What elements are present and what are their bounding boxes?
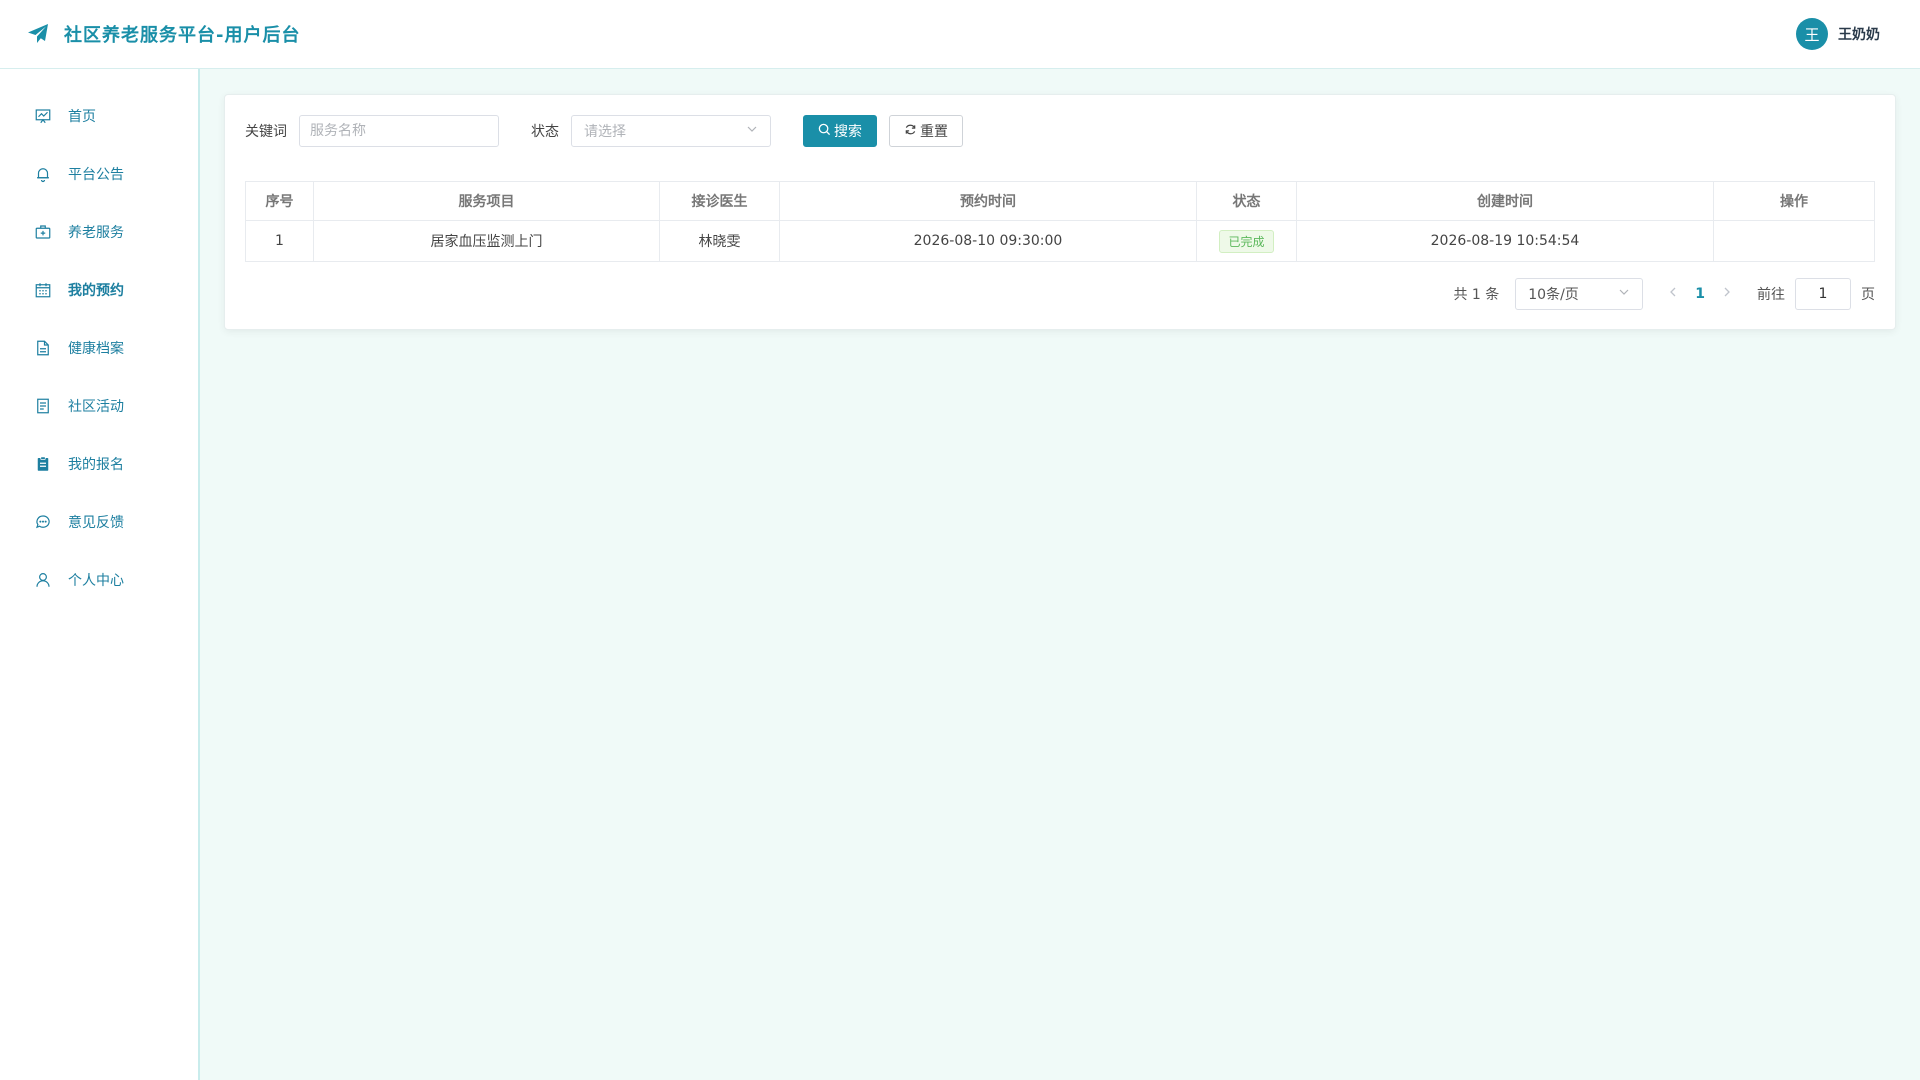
refresh-icon [904, 123, 917, 140]
clipboard-icon [34, 455, 52, 473]
search-icon [818, 123, 831, 140]
sidebar-item-announcements[interactable]: 平台公告 [0, 145, 198, 203]
cell-doctor: 林晓雯 [659, 220, 780, 262]
search-button[interactable]: 搜索 [803, 115, 877, 147]
column-header-index: 序号 [245, 181, 314, 221]
page-size-select[interactable]: 10条/页 [1515, 278, 1644, 310]
pagination-total: 共 1 条 [1453, 287, 1500, 303]
sidebar: 首页 平台公告 养老服务 我的预约 健康档案 社区活动 我的报名 意见反馈 个人… [0, 69, 200, 1080]
dashboard-icon [34, 107, 52, 125]
user-menu[interactable]: 王 王奶奶 [1796, 18, 1880, 50]
chevron-right-icon [1724, 287, 1730, 297]
calendar-icon [34, 281, 52, 299]
bell-icon [34, 165, 52, 183]
cell-status: 已完成 [1196, 220, 1297, 262]
pagination: 共 1 条 10条/页 1 前往 页 [245, 278, 1875, 310]
cell-created-time: 2026-08-19 10:54:54 [1296, 220, 1714, 262]
sidebar-item-label: 社区活动 [68, 399, 124, 415]
chevron-down-icon [746, 123, 758, 139]
document-icon [34, 339, 52, 357]
goto-page-input[interactable] [1795, 278, 1851, 310]
avatar[interactable]: 王 [1796, 18, 1828, 50]
sidebar-item-feedback[interactable]: 意见反馈 [0, 493, 198, 551]
cell-actions [1713, 220, 1875, 262]
reset-button-label: 重置 [920, 124, 948, 140]
chevron-left-icon [1670, 287, 1676, 297]
search-button-label: 搜索 [834, 124, 862, 140]
user-icon [34, 571, 52, 589]
sidebar-item-community-activities[interactable]: 社区活动 [0, 377, 198, 435]
sidebar-item-label: 养老服务 [68, 225, 124, 241]
cell-appointment-time: 2026-08-10 09:30:00 [779, 220, 1197, 262]
goto-suffix: 页 [1861, 287, 1875, 303]
sidebar-item-label: 平台公告 [68, 167, 124, 183]
sidebar-item-my-appointments[interactable]: 我的预约 [0, 261, 198, 319]
reset-button[interactable]: 重置 [889, 115, 963, 147]
sidebar-item-profile[interactable]: 个人中心 [0, 551, 198, 609]
sidebar-item-label: 个人中心 [68, 573, 124, 589]
filter-bar: 关键词 状态 请选择 搜索 重置 [245, 115, 1875, 147]
top-header: 社区养老服务平台-用户后台 王 王奶奶 [0, 0, 1920, 69]
sidebar-item-label: 健康档案 [68, 341, 124, 357]
goto-label: 前往 [1757, 287, 1785, 303]
sidebar-item-my-registrations[interactable]: 我的报名 [0, 435, 198, 493]
sidebar-item-label: 意见反馈 [68, 515, 124, 531]
sidebar-item-label: 我的报名 [68, 457, 124, 473]
page-size-value: 10条/页 [1528, 287, 1579, 303]
table-row: 1 居家血压监测上门 林晓雯 2026-08-10 09:30:00 已完成 2… [245, 220, 1875, 262]
status-label: 状态 [531, 124, 559, 140]
status-badge: 已完成 [1219, 229, 1274, 253]
cell-service: 居家血压监测上门 [313, 220, 660, 262]
main-content: 关键词 状态 请选择 搜索 重置 [224, 94, 1896, 330]
sidebar-item-elderly-services[interactable]: 养老服务 [0, 203, 198, 261]
status-select[interactable]: 请选择 [571, 115, 771, 147]
sidebar-item-label: 我的预约 [68, 283, 124, 299]
next-page-button[interactable] [1721, 286, 1733, 302]
keyword-input[interactable] [299, 115, 499, 147]
chevron-down-icon [1618, 286, 1630, 302]
list-icon [34, 397, 52, 415]
page-number-current[interactable]: 1 [1695, 286, 1705, 302]
appointments-table: 序号 服务项目 接诊医生 预约时间 状态 创建时间 操作 1 居家血压监测上门 … [245, 181, 1875, 262]
chat-icon [34, 513, 52, 531]
medical-box-icon [34, 223, 52, 241]
sidebar-item-health-records[interactable]: 健康档案 [0, 319, 198, 377]
sidebar-item-label: 首页 [68, 109, 96, 125]
column-header-status: 状态 [1196, 181, 1297, 221]
column-header-created-time: 创建时间 [1296, 181, 1714, 221]
status-select-placeholder: 请选择 [584, 124, 626, 140]
keyword-label: 关键词 [245, 124, 287, 140]
table-header-row: 序号 服务项目 接诊医生 预约时间 状态 创建时间 操作 [245, 181, 1875, 221]
prev-page-button[interactable] [1667, 286, 1679, 302]
column-header-actions: 操作 [1713, 181, 1875, 221]
paper-plane-icon [26, 22, 50, 46]
sidebar-item-home[interactable]: 首页 [0, 87, 198, 145]
column-header-appointment-time: 预约时间 [779, 181, 1197, 221]
appointments-card: 关键词 状态 请选择 搜索 重置 [224, 94, 1896, 330]
column-header-service: 服务项目 [313, 181, 660, 221]
user-name[interactable]: 王奶奶 [1838, 24, 1880, 44]
app-title: 社区养老服务平台-用户后台 [64, 25, 301, 46]
cell-index: 1 [245, 220, 314, 262]
brand[interactable]: 社区养老服务平台-用户后台 [26, 21, 300, 47]
goto-page: 前往 页 [1757, 278, 1875, 310]
column-header-doctor: 接诊医生 [659, 181, 780, 221]
